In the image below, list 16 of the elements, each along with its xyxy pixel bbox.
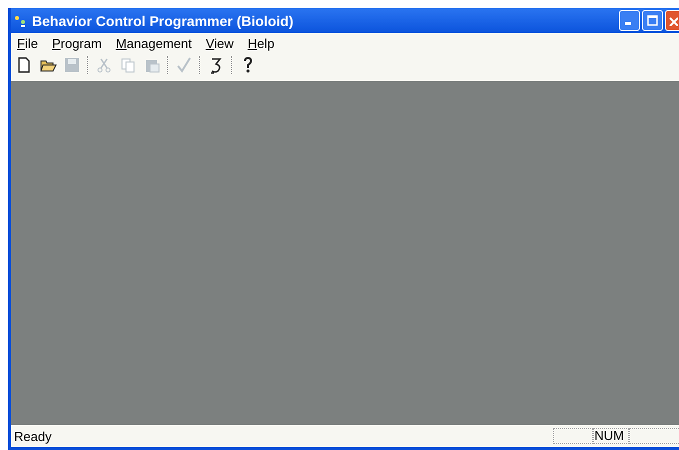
menu-item[interactable]: File: [17, 36, 38, 51]
menu-item[interactable]: Help: [248, 36, 274, 51]
status-pane: [629, 428, 679, 444]
window-title: Behavior Control Programmer (Bioloid): [32, 12, 294, 28]
menu-item[interactable]: Management: [116, 36, 192, 51]
status-pane: [553, 428, 593, 444]
maximize-button[interactable]: [642, 10, 663, 31]
menu-item[interactable]: Program: [52, 36, 102, 51]
menu-item[interactable]: View: [206, 36, 234, 51]
app-icon: [13, 14, 27, 28]
close-button[interactable]: [665, 10, 679, 31]
maximize-icon: [647, 15, 658, 26]
status-text: Ready: [14, 428, 52, 444]
close-icon: [668, 16, 678, 26]
minimize-button[interactable]: [619, 10, 640, 31]
status-indicator: NUM: [593, 428, 629, 444]
